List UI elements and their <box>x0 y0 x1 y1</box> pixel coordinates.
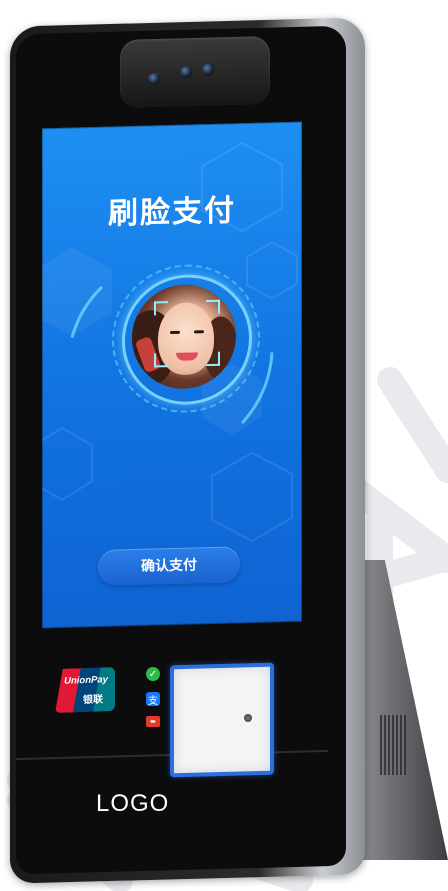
qr-scanner-window <box>170 662 274 778</box>
camera-module <box>120 36 270 108</box>
camera-lens-icon <box>180 66 192 79</box>
face-scan-icon <box>206 299 220 315</box>
unionpay-text: UnionPay <box>64 674 108 687</box>
screen-title: 刷脸支付 <box>108 193 236 232</box>
camera-lens-icon <box>202 63 214 76</box>
stand-vent <box>380 715 406 775</box>
scanner-sensor-icon <box>244 714 252 722</box>
check-icon: ✓ <box>146 667 160 681</box>
confirm-payment-button[interactable]: 确认支付 <box>98 546 240 586</box>
face-scan-icon <box>154 353 168 368</box>
camera-lens-icon <box>148 72 160 86</box>
unionpay-text-cn: 银联 <box>83 694 103 707</box>
alipay-icon: 支 <box>146 692 160 707</box>
unionpay-logo: UnionPay 银联 <box>55 666 115 714</box>
face-scan-icon <box>206 351 220 367</box>
device-logo: LOGO <box>96 790 170 817</box>
card-icon: ▬ <box>146 716 160 727</box>
display-screen: 刷脸支付 确认支付 <box>42 121 302 629</box>
face-scan-icon <box>154 301 168 316</box>
